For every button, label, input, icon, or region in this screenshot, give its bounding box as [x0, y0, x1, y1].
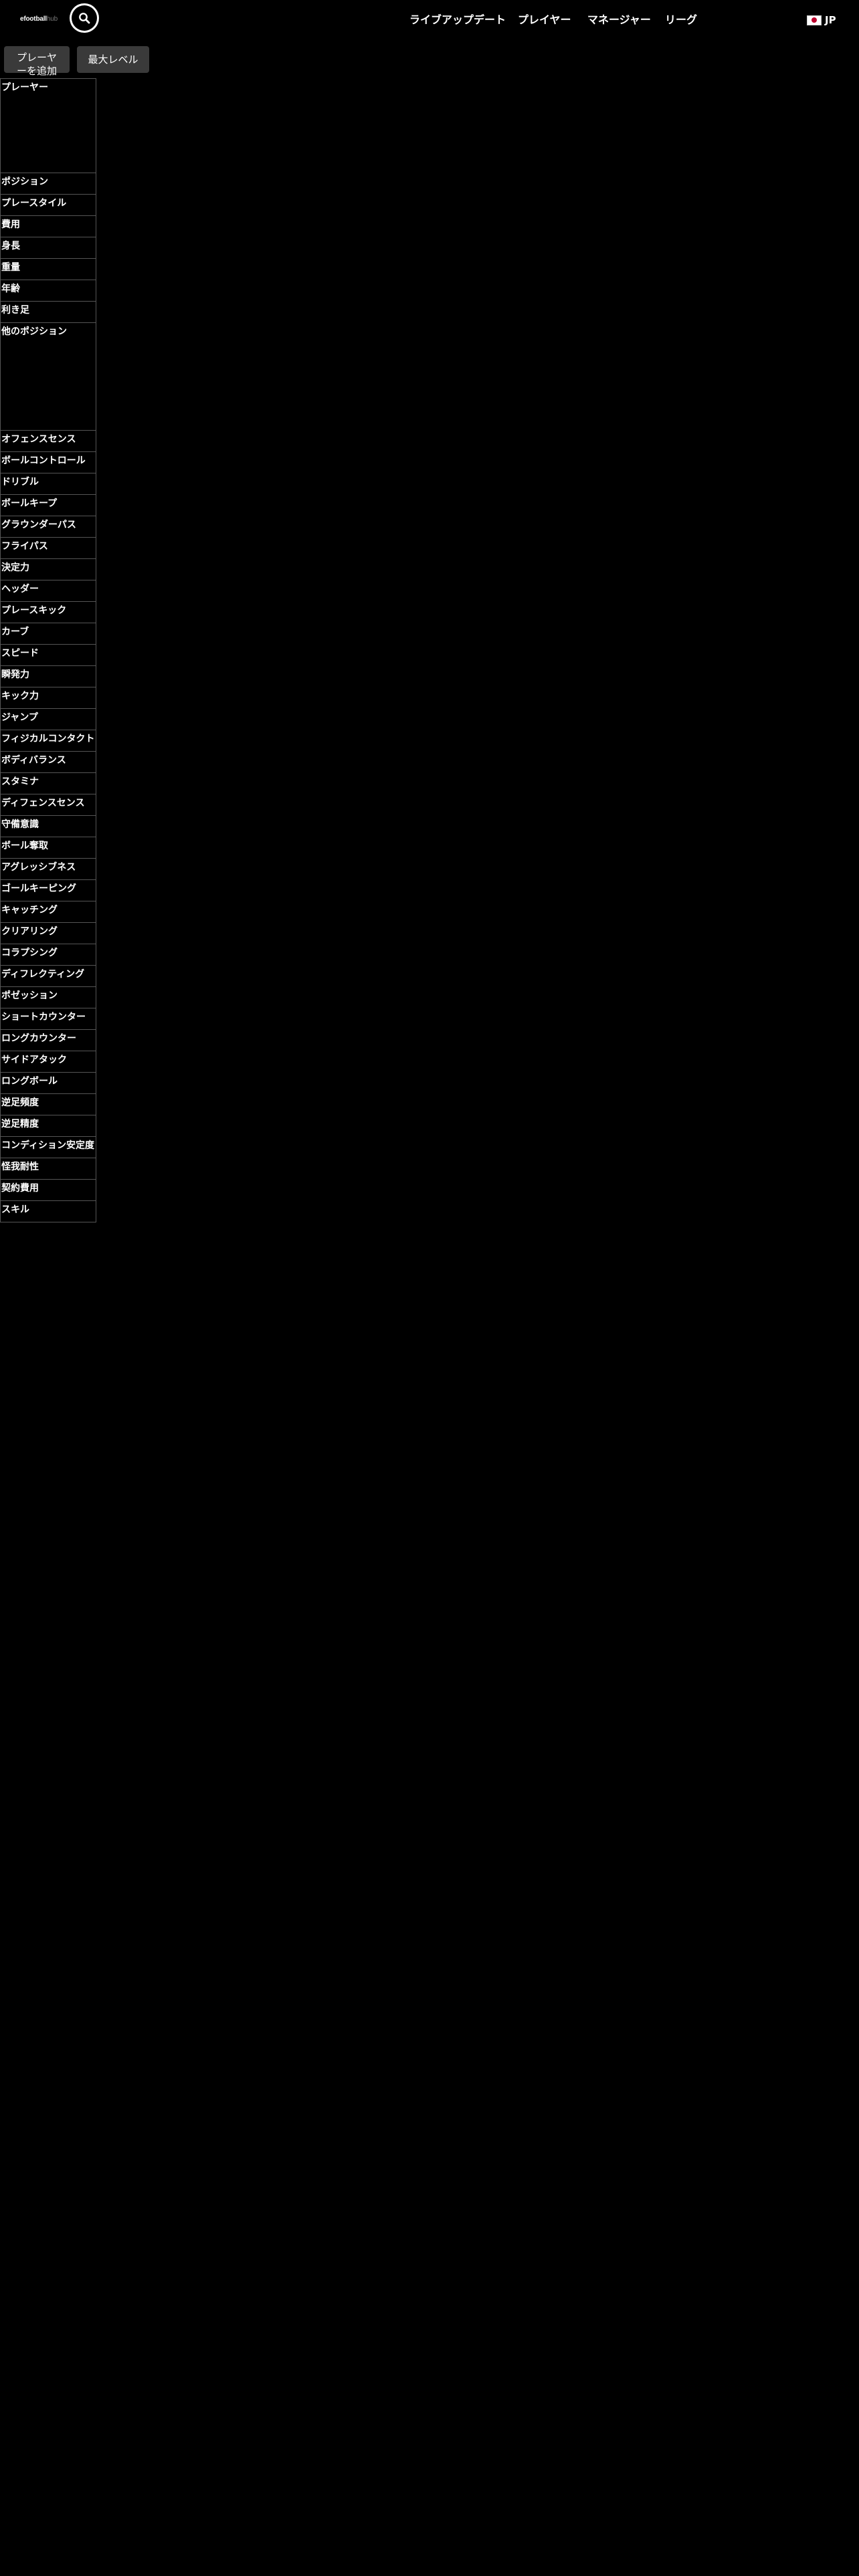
- attribute-row: ディフレクティング: [0, 966, 96, 987]
- attribute-row: ドリブル: [0, 473, 96, 495]
- attribute-row: 利き足: [0, 302, 96, 323]
- attribute-row: ディフェンスセンス: [0, 794, 96, 816]
- site-logo[interactable]: efootballhub: [20, 15, 58, 24]
- attribute-row: 他のポジション: [0, 323, 96, 431]
- attribute-table: プレーヤー ポジション プレースタイル 費用 身長 重量 年齢 利き足 他のポジション オフェンス…: [0, 78, 96, 1222]
- attribute-row: 逆足頻度: [0, 1094, 96, 1115]
- attribute-row: ボール奪取: [0, 837, 96, 859]
- attribute-row: フライパス: [0, 538, 96, 559]
- search-icon: [79, 13, 90, 24]
- attribute-row: アグレッシブネス: [0, 859, 96, 880]
- attribute-row: オフェンスセンス: [0, 431, 96, 452]
- max-level-button[interactable]: 最大レベル: [77, 46, 149, 73]
- attribute-row: フィジカルコンタクト: [0, 730, 96, 752]
- nav-managers[interactable]: マネージャー: [587, 13, 651, 27]
- language-label: JP: [825, 14, 836, 26]
- attribute-row: ジャンプ: [0, 709, 96, 730]
- attribute-row: 契約費用: [0, 1180, 96, 1201]
- attribute-row: 費用: [0, 216, 96, 237]
- top-header: efootballhub ライブアップデート プレイヤー マネージャー リーグ …: [0, 0, 859, 40]
- attribute-row: 守備意識: [0, 816, 96, 837]
- add-player-button[interactable]: プレーヤーを追加: [4, 46, 70, 77]
- attribute-row: ゴールキーピング: [0, 880, 96, 901]
- search-button-inner: [72, 5, 97, 31]
- attribute-row: ロングカウンター: [0, 1030, 96, 1051]
- max-level-label: 最大レベル: [88, 53, 138, 66]
- attribute-row: ショートカウンター: [0, 1008, 96, 1030]
- attribute-row: プレースキック: [0, 602, 96, 623]
- attribute-row: カーブ: [0, 623, 96, 645]
- logo-suffix: hub: [46, 15, 58, 23]
- attribute-row: 瞬発力: [0, 666, 96, 687]
- attribute-row: キック力: [0, 687, 96, 709]
- nav-leagues[interactable]: リーグ: [665, 13, 697, 27]
- attribute-row: 怪我耐性: [0, 1158, 96, 1180]
- add-player-label: プレーヤーを追加: [16, 51, 57, 77]
- attribute-row: 重量: [0, 259, 96, 280]
- nav-players[interactable]: プレイヤー: [518, 13, 571, 27]
- attribute-row: 決定力: [0, 559, 96, 580]
- attribute-row: ボールキープ: [0, 495, 96, 516]
- attribute-row: コラプシング: [0, 944, 96, 966]
- nav-live-update[interactable]: ライブアップデート: [409, 13, 506, 27]
- search-button[interactable]: [70, 3, 99, 33]
- attribute-row: 年齢: [0, 280, 96, 302]
- attribute-row: クリアリング: [0, 923, 96, 944]
- japan-flag-icon: [807, 15, 822, 25]
- attribute-row: 逆足精度: [0, 1115, 96, 1137]
- attribute-row: サイドアタック: [0, 1051, 96, 1073]
- attribute-row: 身長: [0, 237, 96, 259]
- attribute-row: スキル: [0, 1201, 96, 1222]
- attribute-row: グラウンダーパス: [0, 516, 96, 538]
- attribute-row: プレースタイル: [0, 195, 96, 216]
- attribute-row: ヘッダー: [0, 580, 96, 602]
- attribute-row: ボディバランス: [0, 752, 96, 773]
- attribute-row: ボールコントロール: [0, 452, 96, 473]
- attribute-row: コンディション安定度: [0, 1137, 96, 1158]
- attribute-row: ロングボール: [0, 1073, 96, 1094]
- attribute-row: ポゼッション: [0, 987, 96, 1008]
- attribute-row: キャッチング: [0, 901, 96, 923]
- language-selector[interactable]: JP: [807, 13, 836, 27]
- logo-text: efootball: [20, 15, 47, 23]
- attribute-row: スタミナ: [0, 773, 96, 794]
- attribute-row: プレーヤー: [0, 79, 96, 173]
- attribute-row: スピード: [0, 645, 96, 666]
- attribute-row: ポジション: [0, 173, 96, 195]
